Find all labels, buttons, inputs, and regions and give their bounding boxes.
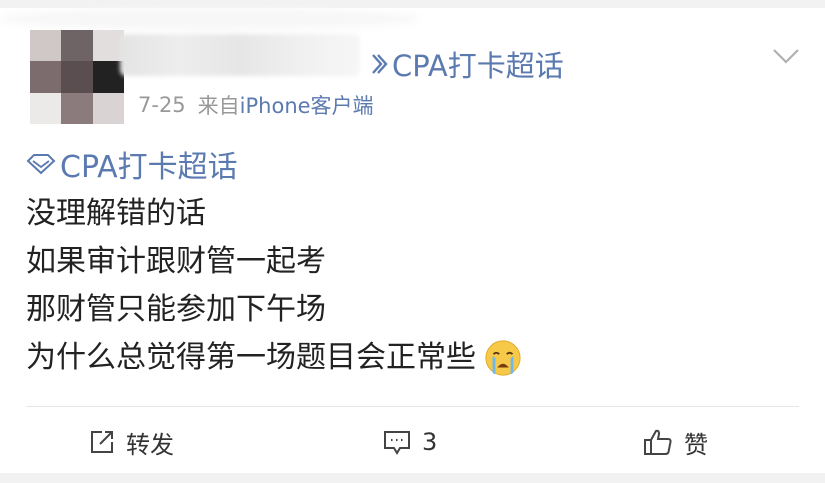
top-separator	[0, 0, 825, 8]
source-prefix: 来自	[197, 94, 240, 118]
action-bar: 转发 3 赞	[0, 412, 825, 472]
content-line: 为什么总觉得第一场题目会正常些	[26, 340, 476, 375]
comment-icon	[384, 431, 410, 455]
comment-count: 3	[422, 428, 438, 456]
like-button[interactable]: 赞	[642, 412, 708, 472]
divider	[26, 406, 799, 407]
blurred-header-shadow	[0, 8, 420, 30]
like-label: 赞	[684, 430, 708, 459]
topic-tag-label: CPA打卡超话	[60, 150, 238, 185]
content-line: 如果审计跟财管一起考	[26, 244, 326, 279]
bottom-separator	[0, 473, 825, 483]
repost-icon	[91, 431, 113, 453]
repost-label: 转发	[126, 430, 174, 459]
crying-face-icon	[485, 340, 521, 376]
source-link[interactable]: iPhone客户端	[240, 94, 374, 118]
thumbs-up-icon	[644, 429, 672, 455]
content-line-last: 为什么总觉得第一场题目会正常些	[26, 334, 522, 382]
content-line: 没理解错的话	[26, 196, 206, 231]
super-topic-label: CPA打卡超话	[392, 49, 564, 83]
diamond-icon	[26, 154, 56, 175]
super-topic-link[interactable]: CPA打卡超话	[370, 44, 564, 84]
chevron-down-icon[interactable]	[770, 44, 802, 68]
comment-button[interactable]: 3	[382, 412, 437, 472]
topic-tag[interactable]: CPA打卡超话	[26, 142, 238, 186]
content-line: 那财管只能参加下午场	[26, 292, 326, 327]
post-meta: 7-25 来自iPhone客户端	[138, 90, 374, 120]
arrow-link-icon	[372, 54, 388, 74]
username-blurred[interactable]	[120, 34, 360, 76]
repost-button[interactable]: 转发	[88, 412, 174, 472]
post-content: 没理解错的话 如果审计跟财管一起考 那财管只能参加下午场 为什么总觉得第一场题目…	[26, 190, 522, 382]
post-date: 7-25	[138, 93, 186, 117]
weibo-post-card: CPA打卡超话 7-25 来自iPhone客户端 CPA打卡超话 没理解错的话 …	[0, 0, 825, 483]
avatar[interactable]	[30, 30, 124, 124]
